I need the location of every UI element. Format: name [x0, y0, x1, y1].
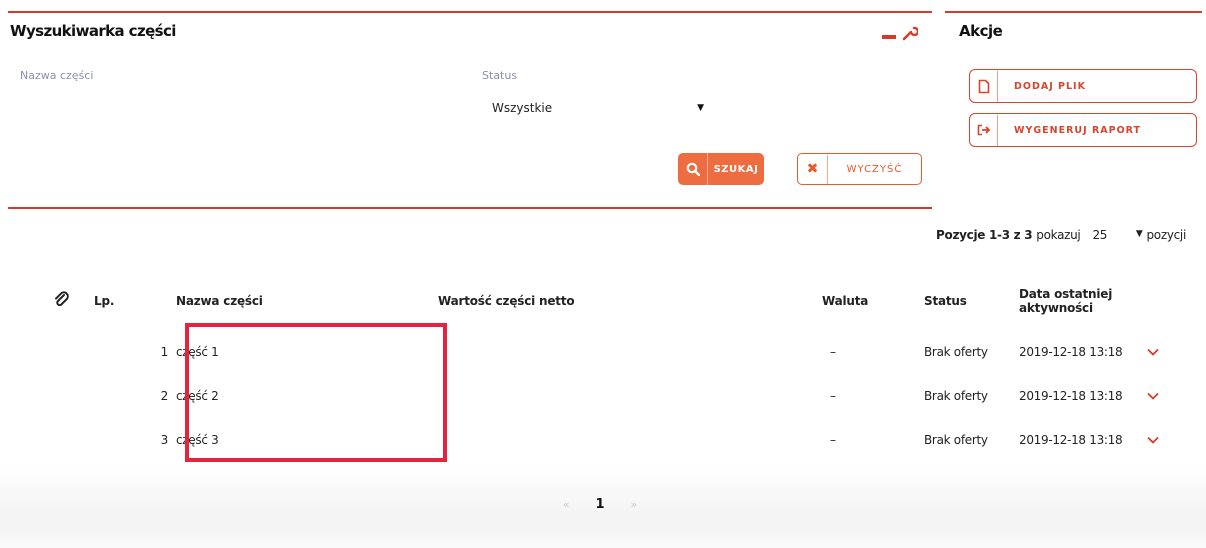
current-page-underline [560, 486, 640, 522]
row-status: Brak oferty [924, 389, 988, 403]
chevron-down-icon[interactable] [1147, 392, 1159, 400]
file-icon [970, 70, 998, 102]
highlight-annotation-box [185, 323, 447, 462]
row-net-value [438, 330, 822, 374]
column-header-name[interactable]: Nazwa części [176, 272, 438, 330]
generate-report-label: WYGENERUJ RAPORT [1014, 124, 1142, 136]
row-currency: – [830, 389, 836, 403]
row-lp: 2 [160, 389, 169, 403]
pager-info: Pozycje 1-3 z 3 pokazuj 25 ▼ pozycji [936, 228, 1186, 242]
row-currency: – [830, 345, 836, 359]
wrench-icon[interactable] [902, 25, 918, 41]
dropdown-arrow-icon: ▼ [697, 103, 704, 113]
actions-panel: Akcje DODAJ PLIK WYGENERUJ RAPORT [945, 11, 1202, 161]
status-select[interactable]: Wszystkie ▼ [492, 101, 710, 121]
clear-button-label: WYCZYŚĆ [846, 163, 903, 175]
row-lp: 1 [160, 345, 169, 359]
column-header-last-activity[interactable]: Data ostatniej aktywności [1019, 272, 1147, 330]
paperclip-icon [55, 290, 69, 306]
collapse-icon[interactable] [882, 35, 896, 39]
attachment-column-header [54, 272, 94, 330]
row-expand[interactable] [1147, 330, 1167, 374]
part-name-label: Nazwa części [20, 69, 94, 82]
clear-button[interactable]: ✖ WYCZYŚĆ [797, 153, 922, 185]
pager-show-label: pokazuj [1036, 228, 1081, 242]
add-file-label: DODAJ PLIK [1014, 80, 1086, 92]
pager-range: Pozycje 1-3 z 3 [936, 228, 1033, 242]
search-button[interactable]: SZUKAJ [678, 153, 764, 185]
row-last-activity: 2019-12-18 13:18 [1019, 389, 1123, 403]
chevron-down-icon[interactable] [1147, 348, 1159, 356]
row-last-activity: 2019-12-18 13:18 [1019, 345, 1123, 359]
status-label: Status [482, 69, 518, 82]
page-size-select[interactable]: 25 ▼ [1092, 228, 1142, 242]
search-button-label: SZUKAJ [713, 163, 759, 175]
generate-report-button[interactable]: WYGENERUJ RAPORT [969, 113, 1197, 147]
column-header-status[interactable]: Status [924, 272, 1019, 330]
page-size-value: 25 [1092, 228, 1108, 242]
row-status: Brak oferty [924, 345, 988, 359]
pager-items-label: pozycji [1146, 228, 1186, 242]
panel-top-divider [8, 11, 932, 13]
table-header-row: Lp. Nazwa części Wartość części netto Wa… [54, 272, 1167, 330]
row-last-activity: 2019-12-18 13:18 [1019, 433, 1123, 447]
search-icon [678, 153, 708, 185]
row-lp: 3 [160, 433, 169, 447]
chevron-down-icon[interactable] [1147, 436, 1159, 444]
attachment-cell [54, 418, 94, 462]
add-file-button[interactable]: DODAJ PLIK [969, 69, 1197, 103]
row-net-value [438, 374, 822, 418]
attachment-cell [54, 330, 94, 374]
row-status: Brak oferty [924, 433, 988, 447]
row-expand[interactable] [1147, 374, 1167, 418]
search-panel: Wyszukiwarka części Nazwa części Status … [8, 11, 932, 209]
dropdown-arrow-icon: ▼ [1135, 229, 1143, 239]
row-currency: – [830, 433, 836, 447]
column-header-currency[interactable]: Waluta [822, 272, 924, 330]
column-header-lp[interactable]: Lp. [94, 272, 176, 330]
export-icon [970, 114, 998, 146]
actions-title: Akcje [959, 22, 1003, 40]
row-net-value [438, 418, 822, 462]
search-panel-title: Wyszukiwarka części [10, 22, 176, 40]
panel-bottom-divider [8, 207, 932, 209]
status-select-value: Wszystkie [492, 101, 553, 115]
expand-column-header [1147, 272, 1167, 330]
attachment-cell [54, 374, 94, 418]
row-expand[interactable] [1147, 418, 1167, 462]
panel-tools [882, 25, 918, 41]
column-header-value[interactable]: Wartość części netto [438, 272, 822, 330]
actions-top-divider [945, 11, 1202, 13]
close-icon: ✖ [798, 154, 828, 184]
